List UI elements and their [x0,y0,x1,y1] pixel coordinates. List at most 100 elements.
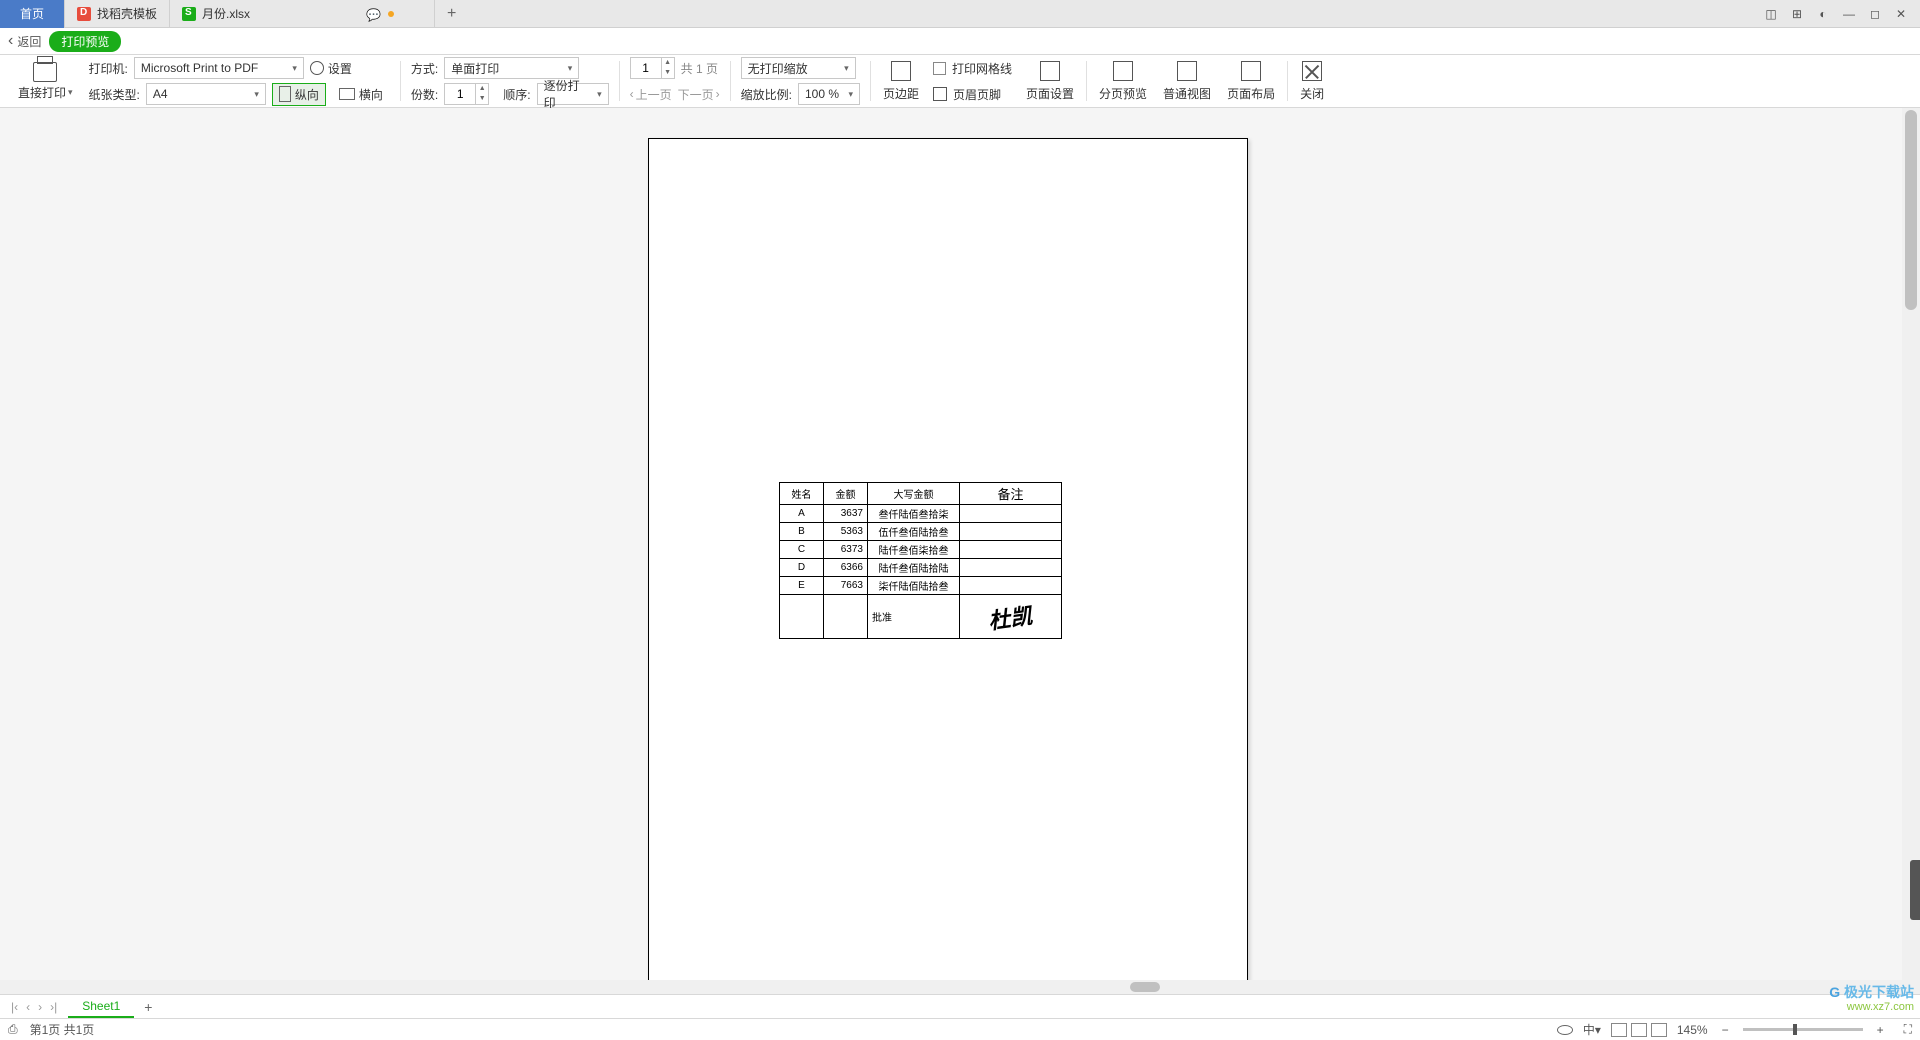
normal-view-button[interactable]: 普通视图 [1155,55,1219,107]
maximize-button[interactable]: ◻ [1864,3,1886,25]
eye-icon[interactable] [1557,1025,1573,1035]
table-row: B5363伍仟叁佰陆拾叁 [780,523,1062,541]
scale-mode-select[interactable]: 无打印缩放▾ [741,57,856,79]
orientation-portrait-button[interactable]: 纵向 [272,83,326,106]
back-label: 返回 [17,33,41,50]
back-row: 返回 打印预览 [0,28,1920,54]
order-select[interactable]: 逐份打印▾ [537,83,609,105]
preview-area: 姓名 金额 大写金额 备注 A3637叁仟陆佰叁拾柒 B5363伍仟叁佰陆拾叁 … [0,108,1902,994]
table-row: A3637叁仟陆佰叁拾柒 [780,505,1062,523]
hscroll-thumb[interactable] [1130,982,1160,992]
view-pagebreak-button[interactable] [1651,1023,1667,1037]
copies-up[interactable]: ▲ [476,84,488,94]
tab-add-button[interactable]: + [435,5,468,23]
page-break-icon [1113,61,1133,81]
prev-page-button[interactable]: ‹ 上一页 [630,86,672,103]
tab-file[interactable]: 月份.xlsx 💬 [170,0,435,28]
sheet-tab[interactable]: Sheet1 [68,996,134,1018]
skin-icon[interactable]: ◐ [1812,3,1834,25]
minimize-button[interactable]: — [1838,3,1860,25]
page-setup-label: 页面设置 [1026,85,1074,102]
zoom-label[interactable]: 145% [1677,1023,1708,1037]
sheet-bar: |‹ ‹ › ›| Sheet1 + [0,994,1920,1018]
tab-templates[interactable]: 找稻壳模板 [65,0,170,28]
side-panel-handle[interactable] [1910,860,1920,920]
copies-input[interactable] [445,84,475,104]
direct-print-button[interactable]: 直接打印▾ [8,62,83,101]
printer-label: 打印机: [89,60,128,77]
vscroll-thumb[interactable] [1905,110,1917,310]
fullscreen-button[interactable]: ⛶ [1904,1022,1912,1037]
gridlines-checkbox[interactable] [933,62,946,75]
page-setup-button[interactable]: 页面设置 [1018,55,1082,107]
page-break-button[interactable]: 分页预览 [1091,55,1155,107]
watermark: G 极光下载站 www.xz7.com [1829,984,1914,1014]
sheet-add-button[interactable]: + [134,999,162,1015]
tab-bar: 首页 找稻壳模板 月份.xlsx 💬 + ◫ ⊞ ◐ — ◻ ✕ [0,0,1920,28]
paper-select[interactable]: A4▾ [146,83,266,105]
th-caps: 大写金额 [868,483,960,505]
paper-label: 纸张类型: [89,86,140,103]
toolbar: 直接打印▾ 打印机: Microsoft Print to PDF▾ 设置 纸张… [0,54,1920,108]
modified-dot-icon [388,11,394,17]
page-up[interactable]: ▲ [662,58,674,68]
zoom-slider[interactable] [1743,1028,1863,1031]
page-layout-label: 页面布局 [1227,85,1275,102]
sheet-next-button[interactable]: › [35,1000,45,1014]
sheet-prev-button[interactable]: ‹ [23,1000,33,1014]
page-spinner[interactable]: ▲▼ [630,57,675,79]
margins-icon [891,61,911,81]
page-input[interactable] [631,58,661,78]
horizontal-scrollbar[interactable] [0,980,1902,994]
scale-label: 缩放比例: [741,86,792,103]
reading-mode-icon[interactable]: ⎙ [8,1022,18,1037]
copies-down[interactable]: ▼ [476,94,488,104]
printer-settings-button[interactable]: 设置 [310,60,352,77]
mode-select[interactable]: 单面打印▾ [444,57,579,79]
close-window-button[interactable]: ✕ [1890,3,1912,25]
next-page-button[interactable]: 下一页 › [678,86,720,103]
lang-indicator[interactable]: 中▾ [1583,1021,1601,1038]
header-footer-button[interactable]: 页眉页脚 [953,86,1001,103]
page-total-label: 共 1 页 [681,60,718,77]
table-header-row: 姓名 金额 大写金额 备注 [780,483,1062,505]
copies-spinner[interactable]: ▲▼ [444,83,489,105]
sheet-last-button[interactable]: ›| [47,1000,60,1014]
printer-icon [33,62,57,82]
page-down[interactable]: ▼ [662,68,674,78]
layout-icon[interactable]: ◫ [1760,3,1782,25]
page-layout-icon [1241,61,1261,81]
landscape-icon [339,88,355,100]
zoom-out-button[interactable]: − [1718,1023,1733,1037]
close-icon [1302,61,1322,81]
view-normal-button[interactable] [1611,1023,1627,1037]
apps-icon[interactable]: ⊞ [1786,3,1808,25]
sheet-nav: |‹ ‹ › ›| [0,1000,68,1014]
table-row: C6373陆仟叁佰柒拾叁 [780,541,1062,559]
table-row: E7663柒仟陆佰陆拾叁 [780,577,1062,595]
mode-label: 方式: [411,60,438,77]
margins-button[interactable]: 页边距 [875,55,927,107]
close-label: 关闭 [1300,85,1324,102]
direct-print-label: 直接打印 [18,84,66,101]
page-layout-button[interactable]: 页面布局 [1219,55,1283,107]
view-buttons [1611,1023,1667,1037]
zoom-in-button[interactable]: + [1873,1023,1888,1037]
normal-view-icon [1177,61,1197,81]
signature-icon: 杜凯 [986,598,1034,636]
page-preview: 姓名 金额 大写金额 备注 A3637叁仟陆佰叁拾柒 B5363伍仟叁佰陆拾叁 … [648,138,1248,984]
back-button[interactable]: 返回 [8,32,41,50]
page-setup-icon [1040,61,1060,81]
window-controls: ◫ ⊞ ◐ — ◻ ✕ [1760,3,1920,25]
tab-home[interactable]: 首页 [0,0,65,28]
view-pagelayout-button[interactable] [1631,1023,1647,1037]
zoom-thumb[interactable] [1793,1024,1797,1035]
copies-label: 份数: [411,86,438,103]
printer-select[interactable]: Microsoft Print to PDF▾ [134,57,304,79]
close-preview-button[interactable]: 关闭 [1292,55,1332,107]
gridlines-label: 打印网格线 [952,60,1012,77]
orientation-landscape-button[interactable]: 横向 [332,83,390,106]
scale-select[interactable]: 100 %▾ [798,83,860,105]
th-name: 姓名 [780,483,824,505]
sheet-first-button[interactable]: |‹ [8,1000,21,1014]
